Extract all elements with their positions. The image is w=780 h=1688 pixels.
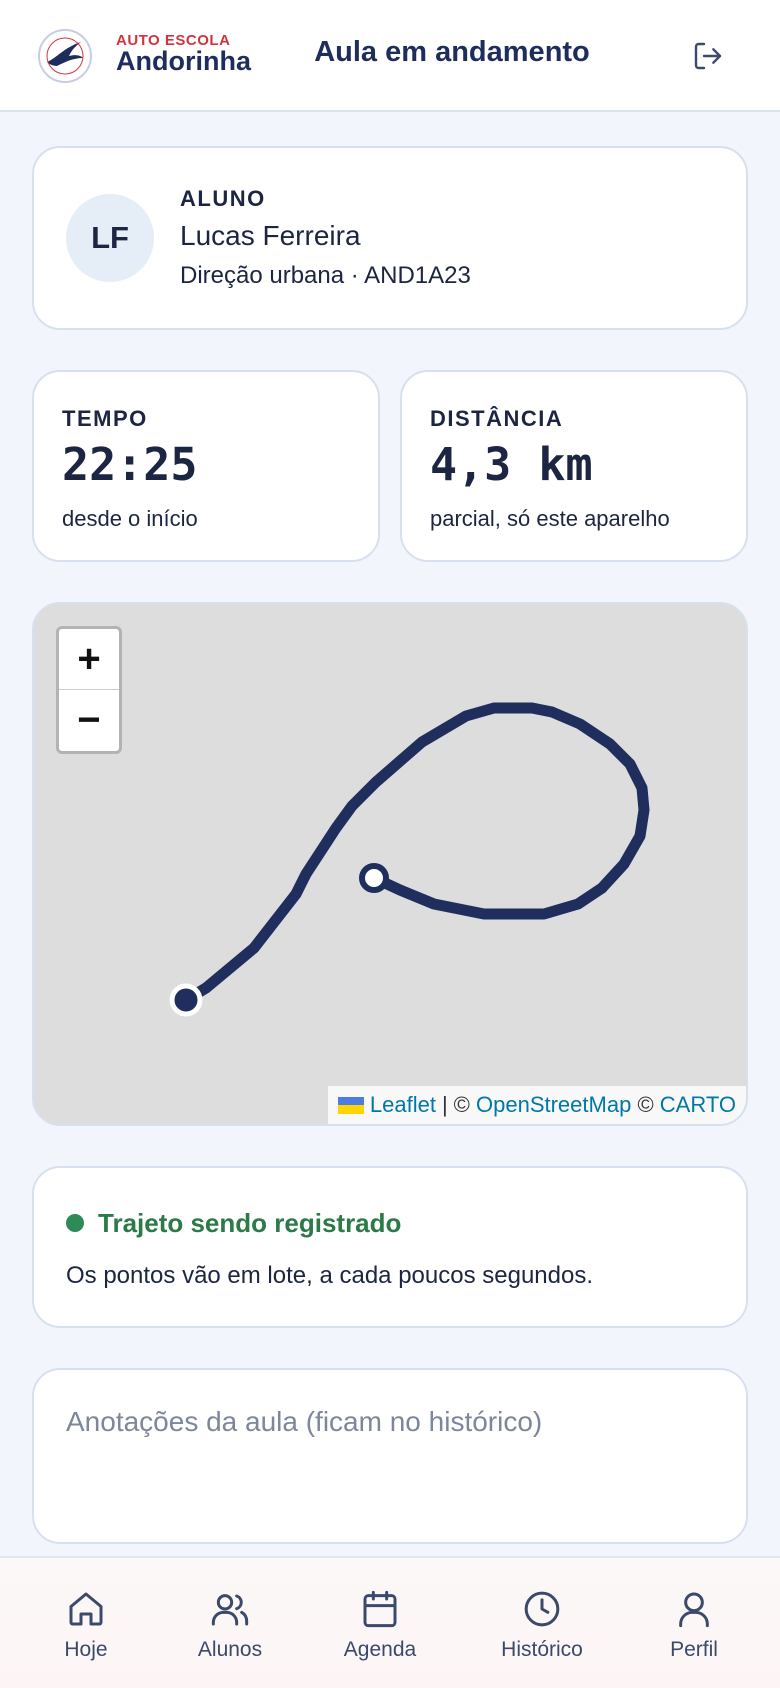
leaflet-link[interactable]: Leaflet [370, 1092, 436, 1118]
home-icon [69, 1592, 103, 1626]
nav-label: Hoje [64, 1638, 108, 1661]
carto-link[interactable]: CARTO [660, 1092, 736, 1118]
copyright-symbol: © [637, 1092, 654, 1117]
calendar-icon [363, 1590, 397, 1628]
route-start-marker [169, 983, 203, 1017]
notes-card [32, 1368, 748, 1544]
status-description: Os pontos vão em lote, a cada poucos seg… [66, 1262, 594, 1289]
clock-icon [524, 1591, 560, 1627]
student-label: ALUNO [180, 186, 266, 211]
page-title: Aula em andamento [314, 36, 590, 68]
time-card: TEMPO 22:25 desde o início [32, 370, 380, 562]
nav-label: Alunos [197, 1638, 263, 1661]
copyright-symbol: © [453, 1092, 470, 1117]
student-card: LF ALUNO Lucas Ferreira Direção urbana ·… [32, 146, 748, 330]
distance-note: parcial, só este aparelho [430, 506, 670, 531]
ukraine-flag-icon [337, 1096, 364, 1114]
avatar: LF [66, 194, 154, 282]
nav-item-hoje[interactable]: Hoje [16, 1558, 156, 1688]
users-icon [211, 1594, 249, 1626]
distance-label: DISTÂNCIA [430, 406, 564, 431]
swallow-logo-icon [38, 29, 92, 83]
time-value: 22:25 [62, 438, 198, 491]
time-label: TEMPO [62, 406, 148, 431]
status-title: Trajeto sendo registrado [98, 1208, 402, 1238]
route-map[interactable]: + − Leaflet | © OpenStreetMap © CARTO [32, 602, 748, 1126]
student-detail: Direção urbana · AND1A23 [180, 262, 471, 289]
route-current-marker [359, 863, 389, 893]
tracking-status-card: Trajeto sendo registrado Os pontos vão e… [32, 1166, 748, 1328]
route-layer [169, 702, 650, 1017]
logout-button[interactable] [686, 36, 730, 76]
bottom-navigation: Hoje Alunos Agenda Histórico Perfil [0, 1556, 780, 1688]
distance-card: DISTÂNCIA 4,3 km parcial, só este aparel… [400, 370, 748, 562]
nav-label: Perfil [670, 1638, 718, 1661]
map-attribution: Leaflet | © OpenStreetMap © CARTO [327, 1086, 746, 1124]
nav-label: Histórico [501, 1638, 583, 1661]
osm-link[interactable]: OpenStreetMap [476, 1092, 631, 1118]
zoom-in-button[interactable]: + [59, 629, 119, 690]
brand-name: Andorinha [116, 46, 251, 76]
nav-item-historico[interactable]: Histórico [472, 1558, 612, 1688]
zoom-out-button[interactable]: − [59, 690, 119, 751]
distance-value: 4,3 km [430, 438, 593, 491]
user-icon [679, 1592, 709, 1628]
student-name: Lucas Ferreira [180, 220, 361, 251]
nav-item-perfil[interactable]: Perfil [624, 1558, 764, 1688]
app-header: AUTO ESCOLA Andorinha Aula em andamento [0, 0, 780, 112]
notes-textarea[interactable] [34, 1370, 746, 1542]
nav-item-alunos[interactable]: Alunos [160, 1558, 300, 1688]
attribution-separator: | [441, 1092, 448, 1117]
time-note: desde o início [62, 506, 198, 531]
nav-label: Agenda [343, 1638, 417, 1661]
nav-item-agenda[interactable]: Agenda [310, 1558, 450, 1688]
status-dot-icon [66, 1214, 84, 1232]
zoom-control: + − [56, 626, 122, 754]
route-line [180, 702, 650, 1006]
logout-icon [694, 42, 722, 70]
